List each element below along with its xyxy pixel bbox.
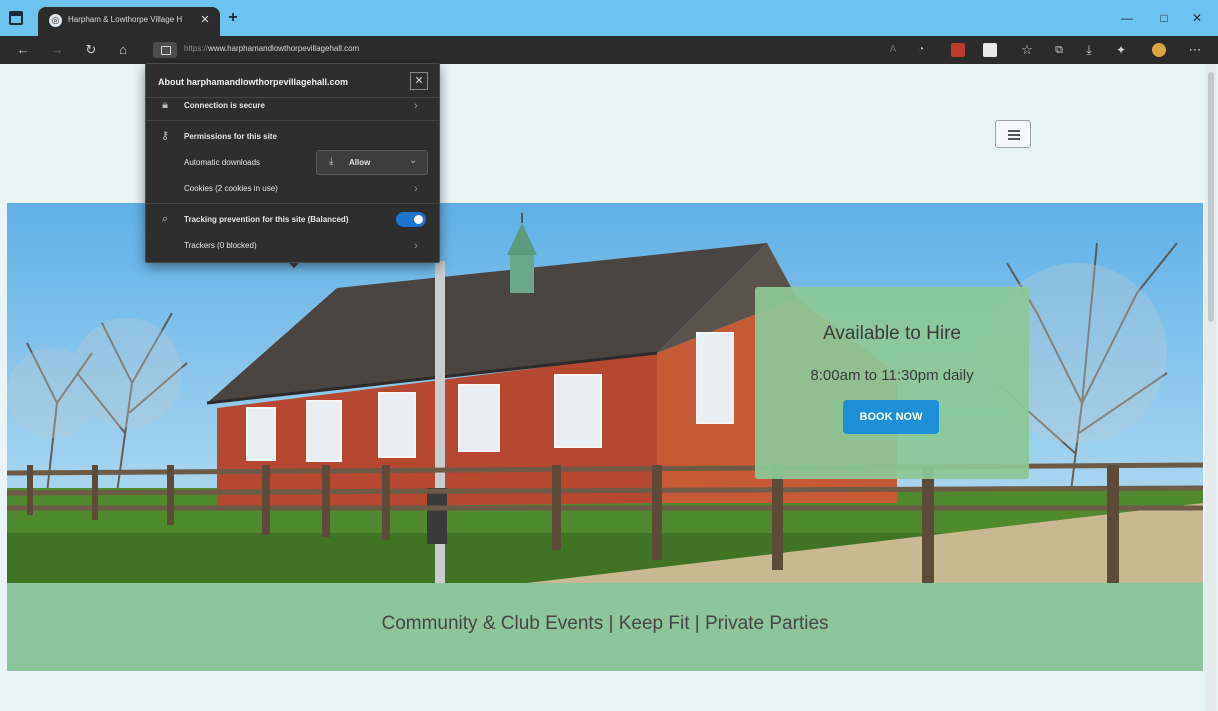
forward-button[interactable]: → <box>48 41 66 59</box>
url-protocol: https:// <box>184 44 209 53</box>
browser-toolbar: ← → ↻ ⌂ https://www.harphamandlowthorpev… <box>0 36 1218 64</box>
automatic-downloads-value: Allow <box>349 158 371 167</box>
automatic-downloads-label: Automatic downloads <box>184 158 261 167</box>
divider <box>146 120 439 121</box>
divider <box>146 97 439 98</box>
downloads-icon[interactable]: ⤓ <box>1080 41 1098 59</box>
minimize-button[interactable]: — <box>1118 10 1136 26</box>
maximize-button[interactable]: □ <box>1155 10 1173 26</box>
read-aloud-icon[interactable]: A <box>884 41 902 59</box>
extension-icon[interactable]: ◔ <box>912 41 930 59</box>
extension-white-icon[interactable] <box>983 43 997 57</box>
tracking-prevention-toggle[interactable] <box>396 212 426 227</box>
new-tab-button[interactable]: + <box>226 10 240 26</box>
url-host: www.harphamandlowthorpevillagehall.com <box>208 44 360 53</box>
close-window-button[interactable]: ✕ <box>1188 10 1206 26</box>
hire-hours: 8:00am to 11:30pm daily <box>810 367 974 384</box>
url-text[interactable]: https://www.harphamandlowthorpevillageha… <box>184 44 359 53</box>
home-button[interactable]: ⌂ <box>114 41 132 59</box>
extension-red-icon[interactable] <box>951 43 965 57</box>
popup-pointer <box>289 263 299 268</box>
collections-icon[interactable]: ⧉ <box>1050 41 1068 59</box>
chevron-right-icon[interactable]: › <box>414 100 424 112</box>
key-icon: ⚷ <box>160 130 170 142</box>
scrollbar-thumb[interactable] <box>1208 72 1214 322</box>
refresh-button[interactable]: ↻ <box>82 41 100 59</box>
address-bar[interactable]: https://www.harphamandlowthorpevillageha… <box>148 39 868 61</box>
browser-title-bar: ◎ Harpham & Lowthorpe Village H ✕ + — □ … <box>0 0 1218 36</box>
profile-avatar-icon[interactable] <box>1152 43 1166 57</box>
site-info-popup: About harphamandlowthorpevillagehall.com… <box>145 63 440 263</box>
extensions-puzzle-icon[interactable]: ✦ <box>1112 41 1130 59</box>
services-tagline: Community & Club Events | Keep Fit | Pri… <box>381 613 829 634</box>
favorite-icon[interactable]: ☆ <box>1018 41 1036 59</box>
more-menu-icon[interactable]: ⋯ <box>1186 41 1204 59</box>
hamburger-icon <box>1008 130 1020 132</box>
back-button[interactable]: ← <box>14 41 32 59</box>
chevron-right-icon[interactable]: › <box>414 183 424 195</box>
automatic-downloads-select[interactable]: ⤓ Allow ⌄ <box>316 150 428 175</box>
popup-close-button[interactable]: ✕ <box>410 72 428 90</box>
download-icon: ⤓ <box>329 156 334 167</box>
hire-title: Available to Hire <box>822 323 961 344</box>
tab-title: Harpham & Lowthorpe Village H <box>68 15 183 24</box>
tracking-prevention-icon: ⌕ <box>161 213 169 225</box>
cookies-item[interactable]: Cookies (2 cookies in use) <box>184 184 278 193</box>
site-info-lock-icon[interactable] <box>153 42 177 58</box>
popup-title: About harphamandlowthorpevillagehall.com <box>158 77 349 87</box>
chevron-down-icon: ⌄ <box>409 155 418 166</box>
browser-tab[interactable]: ◎ Harpham & Lowthorpe Village H ✕ <box>38 7 220 36</box>
trackers-item[interactable]: Trackers (0 blocked) <box>184 241 257 250</box>
tracking-prevention-label: Tracking prevention for this site (Balan… <box>184 215 349 224</box>
services-band: Community & Club Events | Keep Fit | Pri… <box>7 583 1203 671</box>
tab-close-icon[interactable]: ✕ <box>198 13 212 27</box>
permissions-heading: Permissions for this site <box>184 132 277 141</box>
menu-toggle-button[interactable] <box>995 120 1031 148</box>
site-favicon-icon: ◎ <box>49 14 62 27</box>
lock-icon: 🔒︎ <box>162 99 168 111</box>
page-scrollbar[interactable] <box>1205 64 1217 711</box>
connection-secure-item[interactable]: Connection is secure <box>184 101 265 110</box>
hire-card: Available to Hire 8:00am to 11:30pm dail… <box>755 287 1029 479</box>
tab-actions-icon[interactable] <box>9 11 23 25</box>
chevron-right-icon[interactable]: › <box>414 240 424 252</box>
divider <box>146 203 439 204</box>
book-now-button[interactable]: BOOK NOW <box>843 400 939 434</box>
